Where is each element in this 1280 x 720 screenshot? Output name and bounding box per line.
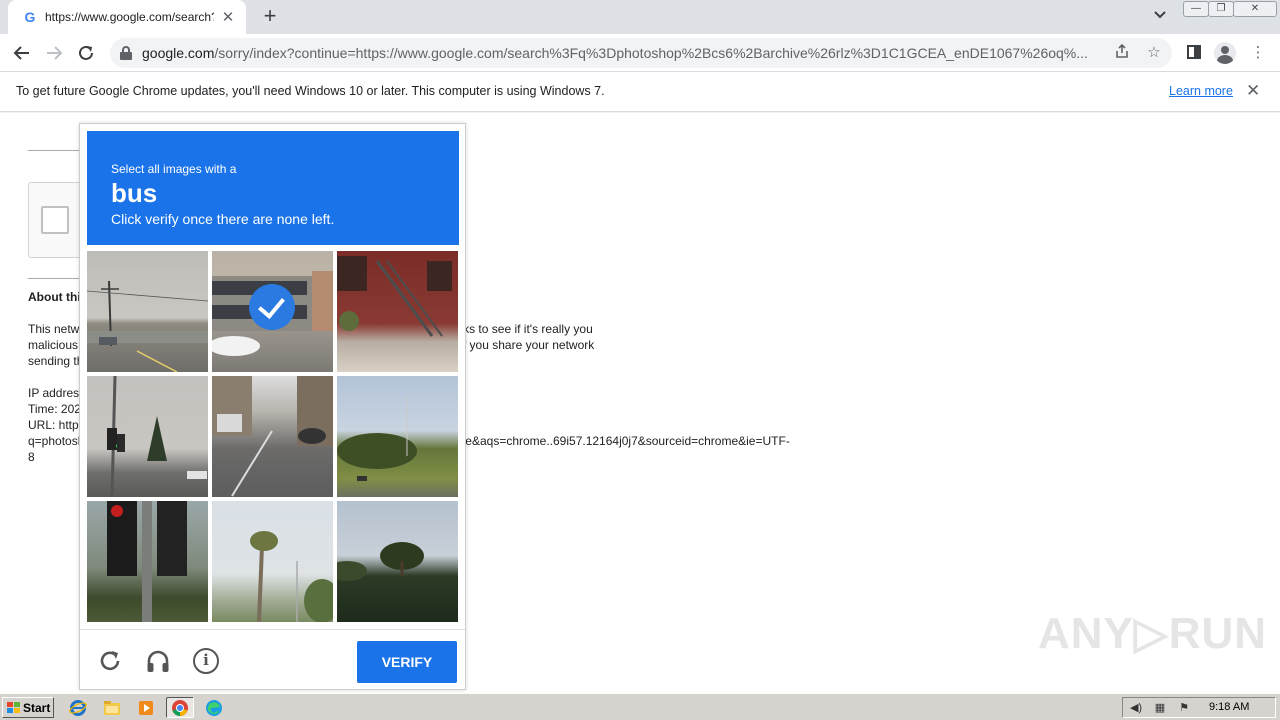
captcha-tile[interactable] [87, 501, 208, 622]
profile-avatar-icon[interactable] [1214, 42, 1236, 64]
windows-logo-icon [7, 701, 20, 714]
volume-icon[interactable]: ◀) [1129, 701, 1143, 715]
challenge-header: Select all images with a bus Click verif… [87, 131, 459, 245]
captcha-tile[interactable] [212, 376, 333, 497]
menu-kebab-icon[interactable]: ⋮ [1246, 41, 1270, 65]
reload-button[interactable] [73, 40, 99, 66]
network-icon[interactable]: ▦ [1153, 701, 1167, 715]
address-bar[interactable]: google.com/sorry/index?continue=https://… [110, 38, 1172, 68]
learn-more-link[interactable]: Learn more [1169, 84, 1233, 98]
verify-button[interactable]: VERIFY [357, 641, 457, 683]
minimize-button[interactable]: — [1183, 1, 1209, 17]
tab-search-chevron-icon[interactable] [1150, 8, 1170, 26]
captcha-tile[interactable] [87, 251, 208, 372]
captcha-tile[interactable] [337, 501, 458, 622]
tab-title: https://www.google.com/search?q=photosho… [45, 10, 214, 24]
infobar-close-icon[interactable]: ✕ [1246, 81, 1260, 101]
new-tab-button[interactable]: + [258, 4, 282, 28]
audio-challenge-headphones-icon[interactable] [145, 648, 171, 674]
system-tray: ◀) ▦ ⚑ 9:18 AM [1122, 697, 1276, 718]
infobar-message: To get future Google Chrome updates, you… [16, 84, 605, 98]
url-text[interactable]: google.com/sorry/index?continue=https://… [142, 45, 1102, 61]
browser-tab[interactable]: G https://www.google.com/search?q=photos… [8, 0, 246, 34]
window-close-button[interactable]: ✕ [1233, 1, 1277, 17]
internet-explorer-icon[interactable] [64, 697, 92, 718]
captcha-tile[interactable] [87, 376, 208, 497]
anyrun-watermark: ANY▷RUN [1038, 609, 1268, 658]
action-center-flag-icon[interactable]: ⚑ [1177, 701, 1191, 715]
edge-icon[interactable] [200, 697, 228, 718]
tab-strip: G https://www.google.com/search?q=photos… [0, 0, 1280, 34]
forward-button[interactable] [41, 40, 67, 66]
info-icon[interactable]: i [193, 648, 219, 674]
tab-close-icon[interactable]: ✕ [220, 8, 236, 26]
restore-button[interactable]: ❐ [1208, 1, 1234, 17]
start-label: Start [23, 700, 51, 715]
lock-icon[interactable] [120, 46, 132, 60]
browser-toolbar: google.com/sorry/index?continue=https://… [0, 34, 1280, 72]
side-panel-icon[interactable] [1187, 45, 1201, 59]
windows-taskbar: Start ◀) ▦ ⚑ 9:18 AM [0, 693, 1280, 720]
captcha-tile[interactable] [212, 501, 333, 622]
challenge-footer: i VERIFY [80, 629, 465, 689]
instruction-text: Select all images with a [111, 162, 237, 176]
target-object: bus [111, 178, 158, 208]
recaptcha-challenge: Select all images with a bus Click verif… [79, 123, 466, 690]
captcha-tile-selected[interactable] [212, 251, 333, 372]
bookmark-star-icon[interactable]: ☆ [1144, 43, 1164, 63]
selected-check-icon [249, 284, 295, 330]
clock[interactable]: 9:18 AM [1209, 701, 1249, 713]
captcha-tile[interactable] [337, 376, 458, 497]
update-infobar: To get future Google Chrome updates, you… [0, 72, 1280, 112]
recaptcha-checkbox[interactable] [41, 206, 69, 234]
captcha-tile[interactable] [337, 251, 458, 372]
google-favicon-icon: G [24, 9, 36, 25]
share-icon[interactable] [1112, 43, 1132, 63]
file-explorer-icon[interactable] [98, 697, 126, 718]
media-player-icon[interactable] [132, 697, 160, 718]
url-line-3: 8 [28, 450, 35, 464]
instruction-hint: Click verify once there are none left. [111, 211, 335, 227]
chrome-icon[interactable] [166, 697, 194, 718]
back-button[interactable] [9, 40, 35, 66]
reload-challenge-icon[interactable] [97, 648, 123, 674]
start-button[interactable]: Start [2, 697, 54, 718]
